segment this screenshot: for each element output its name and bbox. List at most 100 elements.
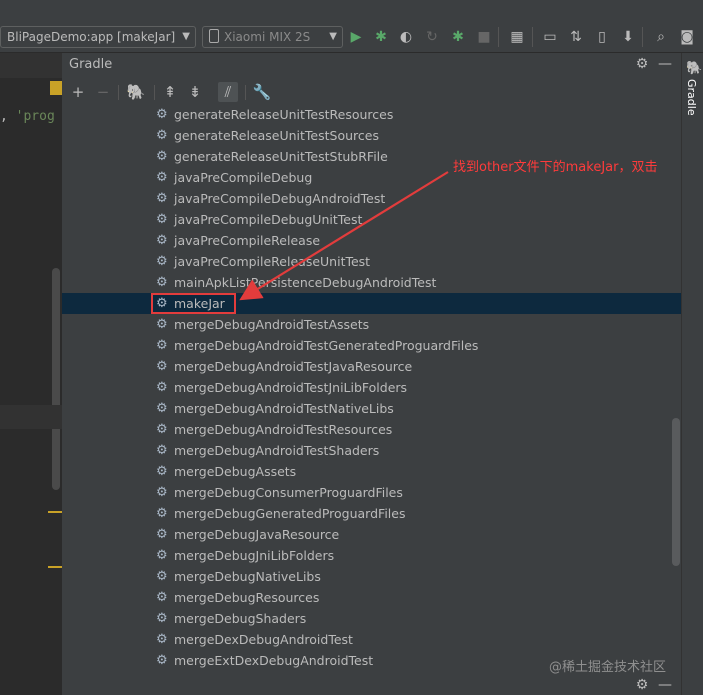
hide-icon[interactable]: — xyxy=(656,55,674,73)
task-label: javaPreCompileRelease xyxy=(174,233,321,248)
tree-item[interactable]: ⚙ javaPreCompileDebugAndroidTest xyxy=(62,188,681,209)
gear-icon: ⚙ xyxy=(156,191,168,206)
task-label: mergeDebugAndroidTestJniLibFolders xyxy=(174,380,408,395)
task-label: mergeDebugAndroidTestResources xyxy=(174,422,393,437)
add-icon[interactable]: + xyxy=(68,82,88,102)
watermark: @稀土掘金技术社区 xyxy=(549,660,667,675)
tree-item[interactable]: ⚙ mergeDexDebugAndroidTest xyxy=(62,629,681,650)
tree-item[interactable]: ⚙ generateReleaseUnitTestSources xyxy=(62,125,681,146)
tree-item[interactable]: ⚙ mergeDebugConsumerProguardFiles xyxy=(62,482,681,503)
toolbar-divider xyxy=(154,85,155,100)
hide-icon[interactable]: — xyxy=(656,676,674,694)
gradle-task-tree[interactable]: ⚙ generateReleaseUnitTestResources ⚙ gener… xyxy=(62,107,681,674)
gradle-panel-footer: ⚙ — xyxy=(62,674,681,695)
task-label: mergeDebugAndroidTestShaders xyxy=(174,443,380,458)
tree-item[interactable]: ⚙ mergeDebugAndroidTestShaders xyxy=(62,440,681,461)
execute-task-icon[interactable]: 🐘 xyxy=(126,82,146,102)
collapse-all-icon[interactable]: ⇟ xyxy=(185,82,205,102)
tree-item[interactable]: ⚙ mergeDebugJavaResource xyxy=(62,524,681,545)
wrench-icon[interactable]: 🔧 xyxy=(252,82,272,102)
tree-item[interactable]: ⚙ mergeDebugAndroidTestJavaResource xyxy=(62,356,681,377)
gear-icon: ⚙ xyxy=(156,485,168,500)
tree-item[interactable]: ⚙ mergeDebugNativeLibs xyxy=(62,566,681,587)
toolbar-divider xyxy=(642,27,643,47)
terminal-icon[interactable]: ▭ xyxy=(540,27,560,47)
annotation-text: 找到other文件下的makeJar，双击 xyxy=(453,160,658,175)
editor-separator xyxy=(0,405,62,429)
run-icon[interactable]: ▶ xyxy=(346,27,366,47)
gear-icon: ⚙ xyxy=(156,254,168,269)
gear-icon: ⚙ xyxy=(156,128,168,143)
toolbar-divider xyxy=(498,27,499,47)
editor-tab-strip xyxy=(0,53,62,78)
change-marker xyxy=(48,566,62,568)
right-tool-stripe: 🐘 Gradle xyxy=(681,53,703,695)
user-icon[interactable]: ◙ xyxy=(677,27,697,47)
device-dropdown[interactable]: Xiaomi MIX 2S ▼ xyxy=(202,26,343,48)
run-configuration-dropdown[interactable]: BliPageDemo:app [makeJar] ▼ xyxy=(0,26,196,48)
tree-item[interactable]: ⚙ mergeDebugResources xyxy=(62,587,681,608)
task-label: mergeDebugJniLibFolders xyxy=(174,548,335,563)
tree-item[interactable]: ⚙ javaPreCompileReleaseUnitTest xyxy=(62,251,681,272)
sdk-manager-icon[interactable]: ⬇ xyxy=(618,27,638,47)
device-manager-icon[interactable]: ▯ xyxy=(592,27,612,47)
task-label: mergeDebugJavaResource xyxy=(174,527,340,542)
task-label: mergeDebugShaders xyxy=(174,611,307,626)
tree-item[interactable]: ⚙ javaPreCompileRelease xyxy=(62,230,681,251)
gear-icon: ⚙ xyxy=(156,401,168,416)
gradle-toolbar: + − 🐘 ⇞ ⇟ ⫽ 🔧 xyxy=(62,77,681,108)
task-label: generateReleaseUnitTestSources xyxy=(174,128,379,143)
gear-icon: ⚙ xyxy=(156,422,168,437)
gear-icon[interactable]: ⚙ xyxy=(633,55,651,73)
tree-item[interactable]: ⚙ mergeDebugGeneratedProguardFiles xyxy=(62,503,681,524)
stop-icon[interactable]: ■ xyxy=(474,27,494,47)
tree-item[interactable]: ⚙ mainApkListPersistenceDebugAndroidTest xyxy=(62,272,681,293)
debug-icon[interactable]: ✱ xyxy=(371,27,391,47)
main-toolbar: BliPageDemo:app [makeJar] ▼ Xiaomi MIX 2… xyxy=(0,0,703,53)
tree-item[interactable]: ⚙ javaPreCompileDebugUnitTest xyxy=(62,209,681,230)
code-editor[interactable]: , 'prog xyxy=(0,53,62,695)
remove-icon[interactable]: − xyxy=(93,82,113,102)
code-line: , 'prog xyxy=(0,109,55,124)
gear-icon: ⚙ xyxy=(156,275,168,290)
tree-item[interactable]: ⚙ mergeDebugAndroidTestGeneratedProguardF… xyxy=(62,335,681,356)
run-configuration-label: BliPageDemo:app [makeJar] xyxy=(7,30,176,44)
task-label: mergeDebugAndroidTestJavaResource xyxy=(174,359,413,374)
gear-icon: ⚙ xyxy=(156,359,168,374)
tree-item[interactable]: ⚙ generateReleaseUnitTestResources xyxy=(62,107,681,125)
gear-icon: ⚙ xyxy=(156,212,168,227)
tree-item[interactable]: ⚙ mergeDebugAndroidTestAssets xyxy=(62,314,681,335)
toggle-offline-icon[interactable]: ⫽ xyxy=(218,82,238,102)
task-label: mergeExtDexDebugAndroidTest xyxy=(174,653,374,668)
task-label: mergeDexDebugAndroidTest xyxy=(174,632,353,647)
gear-icon: ⚙ xyxy=(156,170,168,185)
gear-icon: ⚙ xyxy=(156,569,168,584)
tree-scrollbar[interactable] xyxy=(672,418,680,566)
search-icon[interactable]: ⌕ xyxy=(651,27,671,47)
tree-item[interactable]: ⚙ mergeDebugShaders xyxy=(62,608,681,629)
apply-changes-icon[interactable]: ↻ xyxy=(422,27,442,47)
attach-debugger-icon[interactable]: ✱ xyxy=(448,27,468,47)
tree-item[interactable]: ⚙ mergeDebugAssets xyxy=(62,461,681,482)
profile-icon[interactable]: ◐ xyxy=(396,27,416,47)
editor-scrollbar[interactable] xyxy=(52,268,60,490)
gear-icon[interactable]: ⚙ xyxy=(633,676,651,694)
project-structure-icon[interactable]: ▦ xyxy=(507,27,527,47)
tree-item[interactable]: ⚙ mergeDebugAndroidTestJniLibFolders xyxy=(62,377,681,398)
gear-icon: ⚙ xyxy=(156,149,168,164)
task-label: mergeDebugAndroidTestNativeLibs xyxy=(174,401,394,416)
tree-item[interactable]: ⚙ mergeDebugJniLibFolders xyxy=(62,545,681,566)
gear-icon: ⚙ xyxy=(156,464,168,479)
gradle-tool-tab[interactable]: Gradle xyxy=(685,79,698,116)
tree-item-selected[interactable]: ⚙ makeJar xyxy=(62,293,681,314)
toolbar-divider xyxy=(118,85,119,100)
tree-item[interactable]: ⚙ mergeDebugAndroidTestNativeLibs xyxy=(62,398,681,419)
task-label: mergeDebugAndroidTestGeneratedProguardFi… xyxy=(174,338,479,353)
chevron-down-icon: ▼ xyxy=(329,31,337,42)
sync-gradle-icon[interactable]: ⇅ xyxy=(566,27,586,47)
tree-item[interactable]: ⚙ mergeDebugAndroidTestResources xyxy=(62,419,681,440)
gear-icon: ⚙ xyxy=(156,233,168,248)
expand-all-icon[interactable]: ⇞ xyxy=(160,82,180,102)
task-label: mergeDebugAndroidTestAssets xyxy=(174,317,370,332)
gradle-panel-header: Gradle ⚙ — xyxy=(62,53,681,77)
